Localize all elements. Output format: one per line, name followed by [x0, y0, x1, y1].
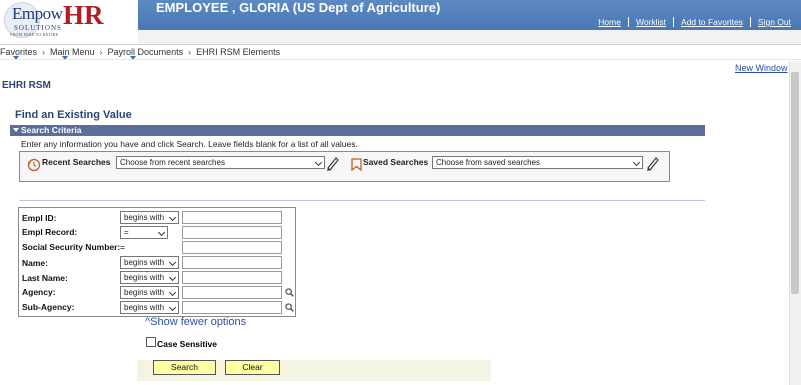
name-operator-select[interactable]: begins with	[120, 256, 179, 269]
search-instructions: Enter any information you have and click…	[21, 139, 358, 149]
breadcrumb-separator: ›	[188, 47, 192, 57]
name-label: Name:	[22, 258, 48, 268]
case-sensitive-label: Case Sensitive	[157, 339, 218, 349]
agency-operator-select[interactable]: begins with	[120, 286, 179, 299]
sub-agency-lookup-icon[interactable]	[285, 303, 294, 312]
saved-searches-panel: Recent Searches Choose from recent searc…	[19, 151, 670, 182]
ssn-input[interactable]	[182, 241, 282, 254]
empl-id-input[interactable]	[182, 211, 282, 224]
new-window-link[interactable]: New Window	[735, 63, 788, 73]
breadcrumb-separator: ›	[99, 47, 103, 57]
show-fewer-options-link[interactable]: ^Show fewer options	[145, 316, 246, 328]
last-name-input[interactable]	[182, 271, 282, 284]
find-existing-value-title: Find an Existing Value	[15, 109, 132, 121]
sign-out-link[interactable]: Sign Out	[751, 17, 791, 27]
recent-searches-select[interactable]: Choose from recent searches	[116, 156, 325, 169]
agency-input[interactable]	[182, 286, 282, 299]
clear-button[interactable]: Clear	[225, 360, 280, 375]
recent-searches-label: Recent Searches	[42, 157, 111, 167]
breadcrumb-divider	[0, 59, 801, 60]
worklist-link[interactable]: Worklist	[629, 17, 675, 27]
breadcrumb-main-menu[interactable]: Main Menu	[50, 47, 95, 57]
edit-recent-searches-icon[interactable]	[325, 155, 339, 171]
breadcrumb-ehri-rsm-elements: EHRI RSM Elements	[196, 47, 281, 57]
search-criteria-header[interactable]: Search Criteria	[10, 125, 705, 136]
last-name-label: Last Name:	[22, 273, 68, 283]
logo-text-empow: Empow	[12, 4, 63, 23]
saved-searches-icon	[351, 158, 362, 171]
saved-searches-select[interactable]: Choose from saved searches	[432, 156, 643, 169]
logo-tagline: FROM HIRE TO RETIRE	[10, 32, 59, 37]
empl-record-input[interactable]	[182, 226, 282, 239]
search-criteria-form: Empl ID: begins with Empl Record: = Soci…	[18, 207, 296, 317]
page-title: EHRI RSM	[2, 80, 51, 91]
breadcrumb-payroll-documents[interactable]: Payroll Documents	[108, 47, 184, 57]
name-input[interactable]	[182, 256, 282, 269]
empl-id-operator-select[interactable]: begins with	[120, 211, 179, 224]
header-nav: Home Worklist Add to Favorites Sign Out	[591, 17, 791, 27]
agency-lookup-icon[interactable]	[285, 288, 294, 297]
logo-text-hr: HR	[63, 0, 104, 30]
search-button[interactable]: Search	[153, 360, 216, 375]
scrollbar-thumb[interactable]	[791, 72, 799, 294]
empl-record-operator-select[interactable]: =	[120, 226, 168, 239]
sub-agency-input[interactable]	[182, 301, 282, 314]
sub-agency-label: Sub-Agency:	[22, 302, 75, 312]
empowhr-logo: Empow HR SOLUTIONS FROM HIRE TO RETIRE	[0, 0, 138, 44]
user-title: EMPLOYEE , GLORIA (US Dept of Agricultur…	[156, 0, 441, 15]
last-name-operator-select[interactable]: begins with	[120, 271, 179, 284]
add-to-favorites-link[interactable]: Add to Favorites	[674, 17, 751, 27]
breadcrumb: Favorites › Main Menu › Payroll Document…	[0, 45, 280, 59]
sub-agency-operator-select[interactable]: begins with	[120, 301, 179, 314]
recent-searches-icon	[27, 158, 41, 172]
section-divider	[19, 200, 705, 201]
edit-saved-searches-icon[interactable]	[645, 155, 659, 171]
ssn-label: Social Security Number:	[22, 242, 121, 252]
ssn-operator: =	[120, 242, 125, 252]
saved-searches-label: Saved Searches	[363, 157, 429, 167]
collapse-arrow-icon[interactable]	[13, 128, 19, 132]
home-link[interactable]: Home	[591, 17, 629, 27]
agency-label: Agency:	[22, 287, 56, 297]
empl-record-label: Empl Record:	[22, 227, 78, 237]
breadcrumb-separator: ›	[42, 47, 46, 57]
logo-text-solutions: SOLUTIONS	[14, 24, 62, 32]
empl-id-label: Empl ID:	[22, 213, 57, 223]
case-sensitive-checkbox[interactable]	[146, 337, 156, 347]
search-criteria-label: Search Criteria	[21, 125, 82, 135]
